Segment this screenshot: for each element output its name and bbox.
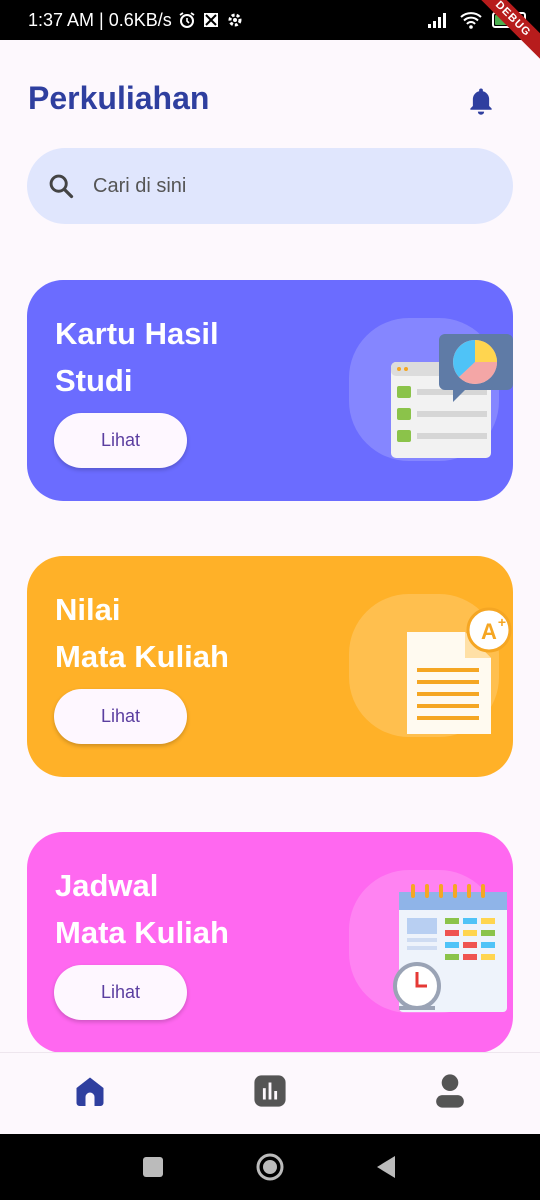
person-icon: [436, 1074, 464, 1108]
bell-icon[interactable]: [466, 86, 496, 116]
card-nilai-mata-kuliah[interactable]: Nilai Mata Kuliah Lihat A +: [27, 556, 513, 777]
nav-profile[interactable]: [430, 1071, 470, 1111]
search-icon: [49, 174, 74, 199]
bottom-navigation: [0, 1052, 540, 1134]
status-time: 1:37 AM | 0.6KB/s: [28, 9, 172, 30]
gear-icon: [228, 13, 242, 27]
home-circle-icon[interactable]: [255, 1152, 285, 1182]
nav-home[interactable]: [70, 1071, 110, 1111]
card-kartu-hasil-studi[interactable]: Kartu Hasil Studi Lihat: [27, 280, 513, 501]
card-title: Nilai Mata Kuliah: [55, 592, 229, 674]
lihat-button[interactable]: Lihat: [54, 413, 187, 468]
status-bar: 1:37 AM | 0.6KB/s 90 DEBUG: [0, 0, 540, 65]
calendar-clock-icon: [393, 884, 507, 1012]
card-title: Jadwal Mata Kuliah: [55, 868, 229, 950]
signal-icon: [428, 13, 446, 28]
search-input[interactable]: [93, 174, 453, 198]
wifi-icon: [460, 12, 482, 29]
lihat-button[interactable]: Lihat: [54, 965, 187, 1020]
search-bar[interactable]: [27, 148, 513, 224]
card-title: Kartu Hasil Studi: [55, 316, 219, 398]
recents-icon[interactable]: [138, 1152, 168, 1182]
no-sim-icon: [203, 13, 218, 27]
status-left: 1:37 AM | 0.6KB/s: [28, 10, 244, 31]
back-icon[interactable]: [372, 1152, 402, 1182]
page-title: Perkuliahan: [28, 80, 210, 116]
home-icon: [76, 1077, 104, 1106]
nav-stats[interactable]: [250, 1071, 290, 1111]
bar-chart-icon: [254, 1075, 286, 1107]
report-chart-icon: [391, 334, 513, 458]
grade-document-icon: A +: [407, 607, 512, 734]
card-jadwal-mata-kuliah[interactable]: Jadwal Mata Kuliah Lihat: [27, 832, 513, 1053]
svg-text:A: A: [481, 619, 497, 644]
system-navigation: [0, 1134, 540, 1200]
debug-banner: DEBUG: [467, 0, 540, 65]
svg-text:+: +: [498, 614, 506, 630]
alarm-icon: [179, 12, 195, 28]
lihat-button[interactable]: Lihat: [54, 689, 187, 744]
